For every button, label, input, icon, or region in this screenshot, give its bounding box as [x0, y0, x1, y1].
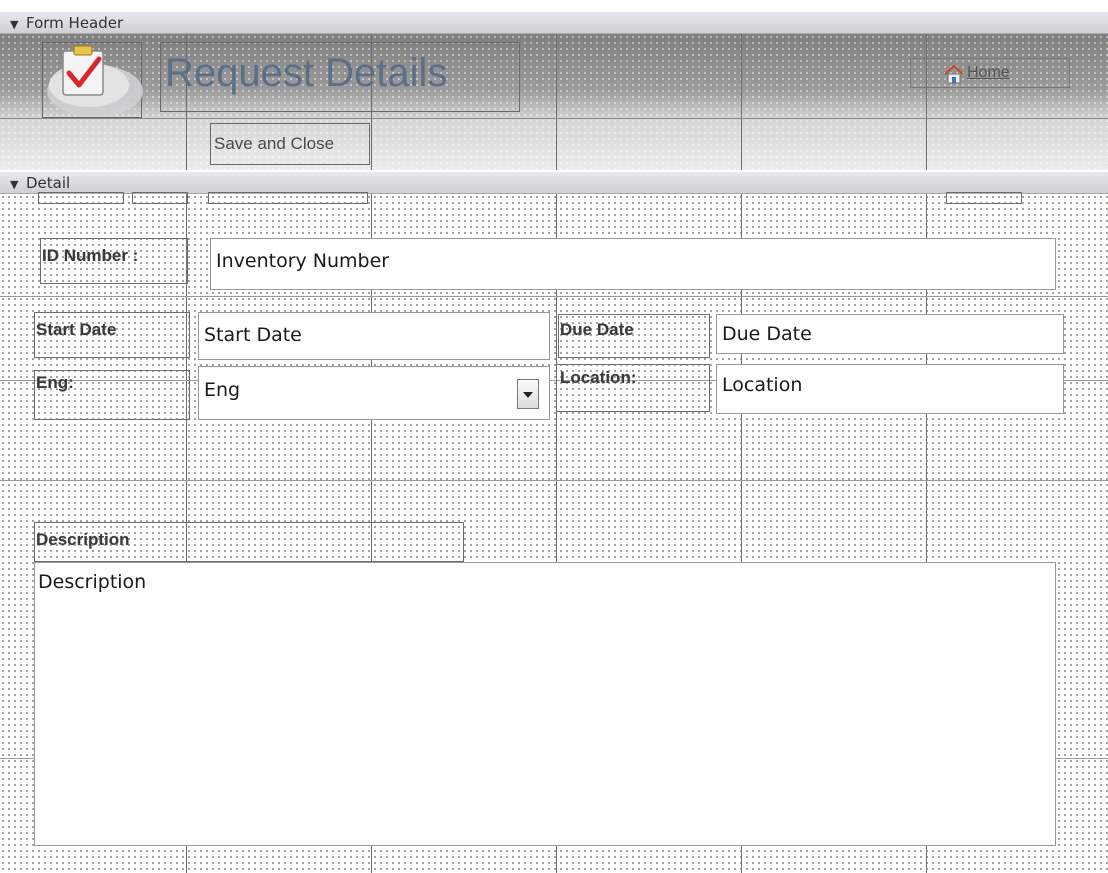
detail-label: Detail	[26, 174, 71, 192]
home-button[interactable]: Home	[910, 58, 1070, 88]
eng-combobox[interactable]: Eng	[198, 366, 550, 420]
clipboard-check-icon	[47, 45, 143, 117]
section-arrow-icon: ▼	[10, 18, 19, 31]
header-grid-line	[926, 34, 927, 170]
description-value: Description	[38, 571, 147, 593]
due-date-label: Due Date	[560, 320, 634, 339]
dropdown-arrow-button[interactable]	[517, 379, 539, 409]
title-control[interactable]: Request Details	[160, 42, 520, 112]
house-icon	[943, 64, 965, 88]
detail-grid-line	[0, 480, 1108, 481]
start-date-field[interactable]: Start Date	[198, 312, 550, 360]
logo-control[interactable]	[42, 42, 143, 118]
header-grid-line	[741, 34, 742, 170]
chevron-down-icon	[523, 392, 533, 398]
header-grid-line	[0, 118, 1108, 119]
header-grid-line	[556, 34, 557, 170]
location-field[interactable]: Location	[716, 364, 1064, 414]
id-number-label: ID Number :	[42, 246, 139, 265]
start-date-label: Start Date	[36, 320, 117, 339]
description-field[interactable]: Description	[34, 562, 1056, 846]
due-date-field[interactable]: Due Date	[716, 314, 1064, 354]
location-label: Location:	[560, 368, 637, 387]
save-and-close-button[interactable]: Save and Close	[210, 123, 370, 165]
anchor-box	[38, 192, 124, 204]
anchor-box	[132, 192, 188, 204]
detail-section-bar[interactable]: ▼ Detail	[0, 172, 1108, 194]
form-header-section-bar[interactable]: ▼ Form Header	[0, 12, 1108, 34]
id-number-field[interactable]: Inventory Number	[210, 238, 1056, 290]
eng-combobox-value: Eng	[204, 379, 241, 401]
anchor-box	[208, 192, 368, 204]
form-header-label: Form Header	[26, 14, 124, 32]
section-arrow-icon: ▼	[10, 178, 19, 191]
detail-grid-line	[0, 296, 1108, 297]
page-title: Request Details	[165, 51, 448, 95]
home-button-label: Home	[967, 64, 1010, 81]
anchor-box	[946, 192, 1022, 204]
description-label: Description	[36, 530, 130, 549]
eng-label: Eng:	[36, 373, 74, 392]
save-and-close-label: Save and Close	[214, 134, 335, 153]
